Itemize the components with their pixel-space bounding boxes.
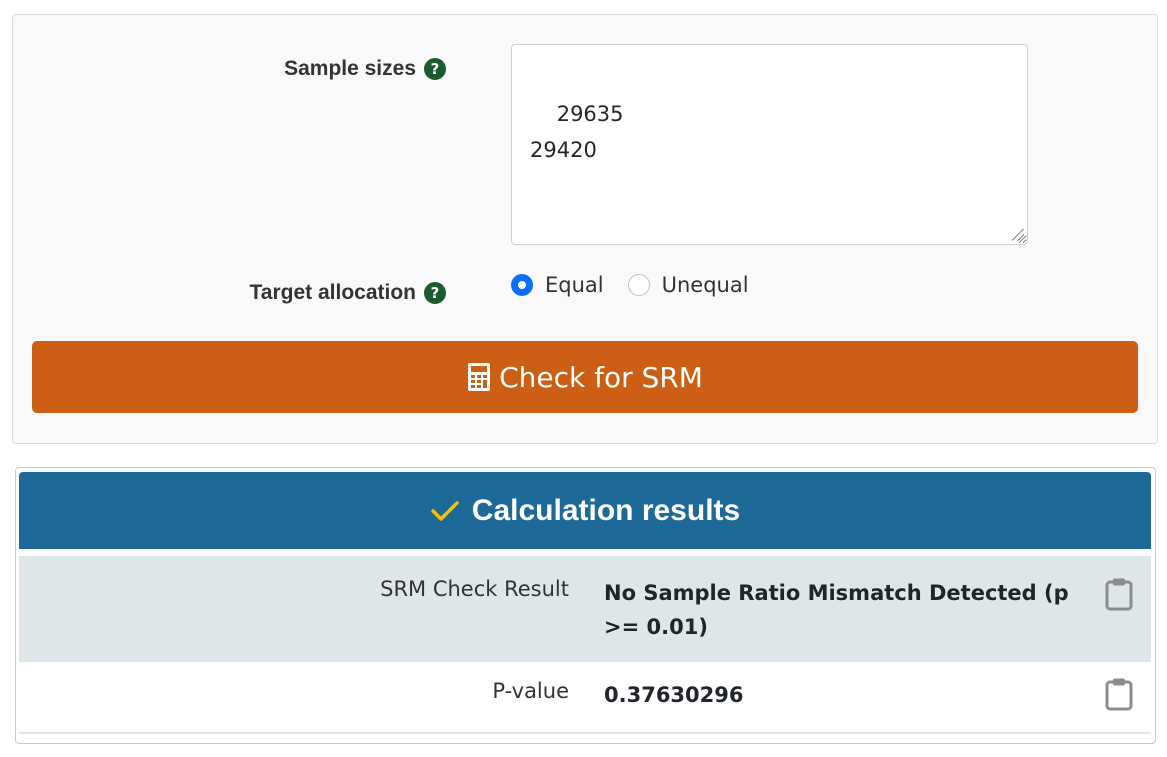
radio-unequal[interactable] xyxy=(627,274,650,296)
srm-check-result-value: No Sample Ratio Mismatch Detected (p >= … xyxy=(604,581,1069,639)
sample-sizes-label-group: Sample sizes ? xyxy=(284,57,446,81)
results-panel: Calculation results SRM Check Result No … xyxy=(15,467,1156,744)
results-title: Calculation results xyxy=(471,493,741,527)
sample-sizes-label: Sample sizes xyxy=(284,57,416,80)
sample-sizes-textarea[interactable]: 29635 29420 xyxy=(511,44,1028,245)
radio-equal[interactable] xyxy=(511,274,533,296)
help-icon[interactable]: ? xyxy=(424,282,446,304)
pvalue-value: 0.37630296 xyxy=(604,683,744,707)
radio-unequal-label: Unequal xyxy=(661,273,749,297)
checkmark-icon xyxy=(431,500,459,521)
allocation-option-equal[interactable]: Equal xyxy=(511,273,604,297)
result-row-pvalue: P-value 0.37630296 xyxy=(19,662,1151,734)
result-row-srm: SRM Check Result No Sample Ratio Mismatc… xyxy=(19,556,1151,662)
check-srm-label: Check for SRM xyxy=(499,360,703,394)
pvalue-label: P-value xyxy=(492,679,569,703)
help-icon[interactable]: ? xyxy=(424,58,446,80)
allocation-option-unequal[interactable]: Unequal xyxy=(627,273,749,297)
target-allocation-label-group: Target allocation ? xyxy=(250,281,446,305)
copy-clipboard-icon[interactable] xyxy=(1105,577,1133,611)
allocation-radio-group: Equal Unequal xyxy=(511,273,773,297)
radio-equal-label: Equal xyxy=(545,273,604,297)
resize-grip-icon[interactable] xyxy=(1012,229,1024,241)
calculator-icon xyxy=(468,363,491,391)
copy-clipboard-icon[interactable] xyxy=(1105,677,1133,711)
check-srm-button[interactable]: Check for SRM xyxy=(32,341,1138,413)
srm-form-panel: Sample sizes ? 29635 29420 Target alloca… xyxy=(12,14,1158,444)
sample-sizes-value: 29635 29420 xyxy=(530,102,624,162)
srm-check-result-label: SRM Check Result xyxy=(380,577,569,601)
results-header: Calculation results xyxy=(19,472,1151,549)
target-allocation-label: Target allocation xyxy=(249,281,416,304)
